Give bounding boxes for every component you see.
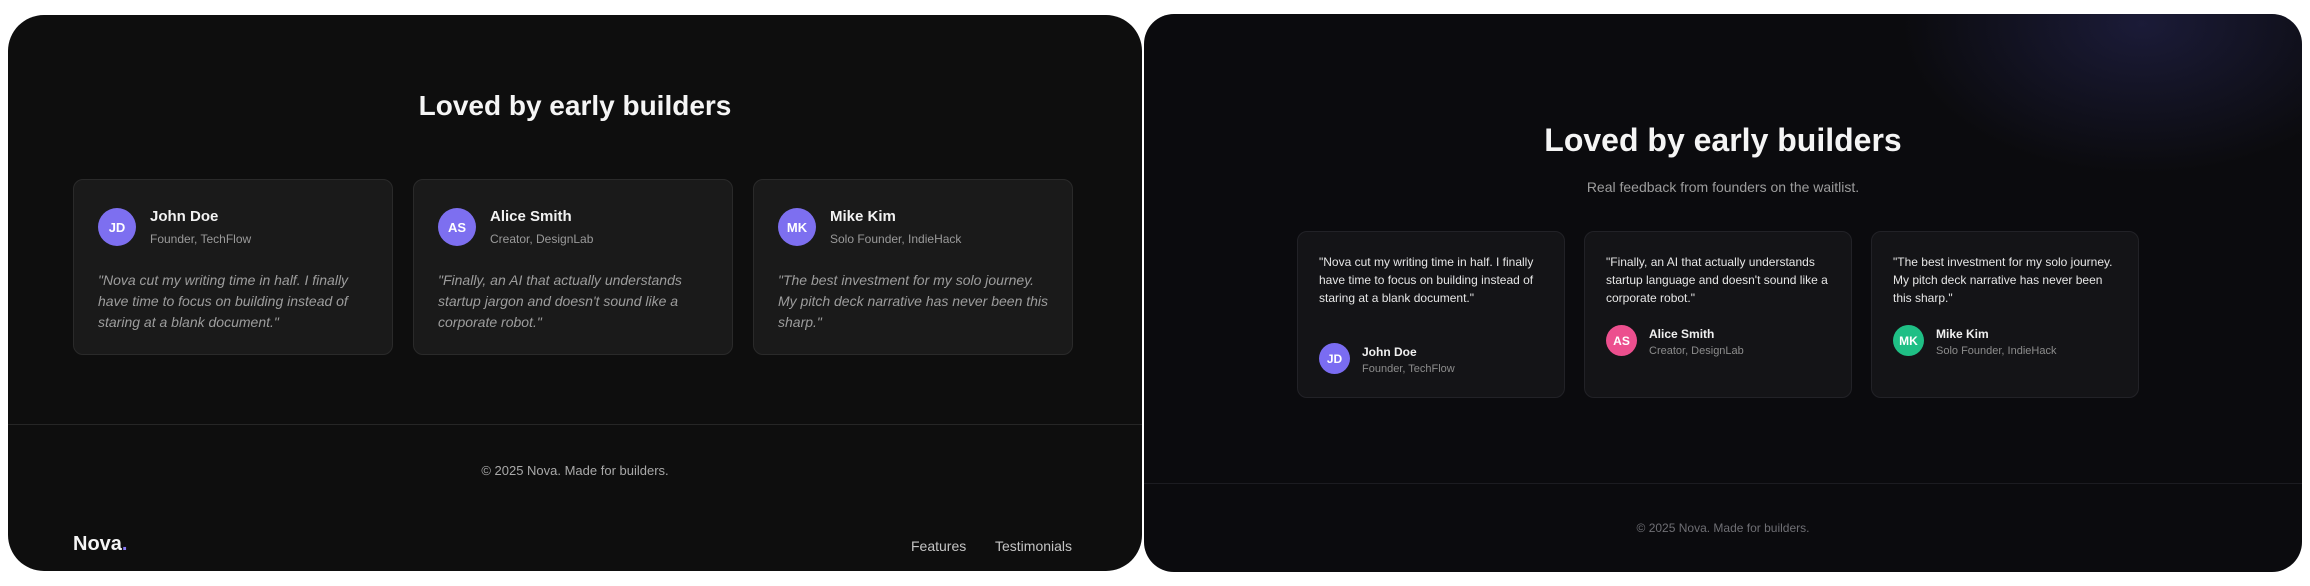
testimonial-quote: "Nova cut my writing time in half. I fin…	[98, 272, 349, 330]
testimonial-quote: "The best investment for my solo journey…	[778, 272, 1049, 330]
testimonial-card: "The best investment for my solo journey…	[1871, 231, 2139, 398]
nova-logo[interactable]: Nova.	[73, 533, 127, 556]
footer-divider	[8, 424, 1142, 425]
author-name: Mike Kim	[1936, 327, 1989, 341]
avatar: MK	[1893, 325, 1924, 356]
copyright-text: © 2025 Nova. Made for builders.	[1636, 521, 1810, 535]
author-name: Alice Smith	[490, 208, 572, 225]
testimonial-card: JD John Doe Founder, TechFlow "Nova cut …	[73, 179, 393, 355]
footer-divider	[1144, 483, 2302, 484]
author-name: Mike Kim	[830, 208, 896, 225]
avatar: MK	[778, 208, 816, 246]
author-role: Creator, DesignLab	[1649, 345, 1744, 357]
author-name: Alice Smith	[1649, 327, 1715, 341]
testimonial-card: "Finally, an AI that actually understand…	[1584, 231, 1852, 398]
testimonial-quote: "Nova cut my writing time in half. I fin…	[1319, 255, 1534, 305]
section-heading: Loved by early builders	[1544, 122, 1902, 158]
testimonials-panel-version-b: Loved by early builders Real feedback fr…	[1144, 14, 2302, 572]
avatar: JD	[1319, 343, 1350, 374]
section-heading: Loved by early builders	[418, 90, 732, 121]
copyright-text: © 2025 Nova. Made for builders.	[481, 463, 669, 478]
logo-dot: .	[121, 533, 128, 555]
testimonial-card: AS Alice Smith Creator, DesignLab "Final…	[413, 179, 733, 355]
author-role: Creator, DesignLab	[490, 232, 594, 246]
nav-link-testimonials[interactable]: Testimonials	[995, 538, 1072, 554]
logo-text: Nova	[73, 533, 122, 555]
section-subheading: Real feedback from founders on the waitl…	[1586, 179, 1860, 195]
author-role: Founder, TechFlow	[150, 232, 252, 246]
author-name: John Doe	[150, 208, 219, 225]
testimonial-quote: "Finally, an AI that actually understand…	[438, 272, 682, 330]
nav-link-features[interactable]: Features	[911, 538, 966, 554]
testimonials-panel-version-a: Loved by early builders JD John Doe Foun…	[8, 15, 1142, 571]
author-role: Founder, TechFlow	[1362, 363, 1455, 375]
testimonial-card: MK Mike Kim Solo Founder, IndieHack "The…	[753, 179, 1073, 355]
avatar: AS	[438, 208, 476, 246]
author-role: Solo Founder, IndieHack	[1936, 345, 2057, 357]
testimonial-quote: "Finally, an AI that actually understand…	[1606, 255, 1828, 305]
testimonial-quote: "The best investment for my solo journey…	[1893, 255, 2113, 305]
testimonial-card: "Nova cut my writing time in half. I fin…	[1297, 231, 1565, 398]
author-name: John Doe	[1362, 345, 1417, 359]
avatar: JD	[98, 208, 136, 246]
avatar: AS	[1606, 325, 1637, 356]
author-role: Solo Founder, IndieHack	[830, 232, 962, 246]
